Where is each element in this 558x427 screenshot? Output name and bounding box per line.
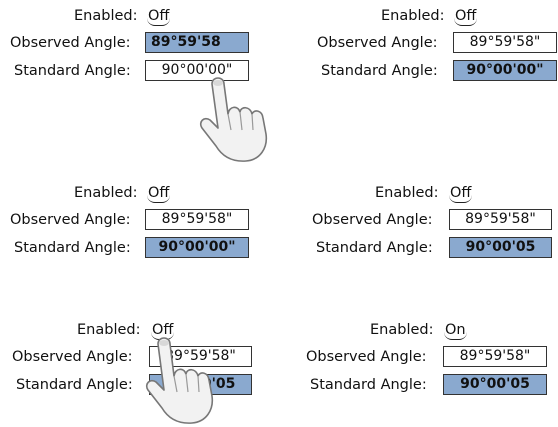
standard-angle-field[interactable]: 90°00'00" xyxy=(145,237,249,258)
pointing-hand-icon xyxy=(145,337,214,424)
enabled-toggle[interactable]: Off xyxy=(147,7,171,26)
enabled-label: Enabled: xyxy=(74,8,138,24)
observed-angle-field[interactable]: 89°59'58" xyxy=(145,209,249,230)
standard-angle-label: Standard Angle: xyxy=(14,240,131,256)
observed-angle-field[interactable]: 89°59'58" xyxy=(443,346,547,367)
enabled-label: Enabled: xyxy=(381,8,445,24)
standard-angle-label: Standard Angle: xyxy=(14,63,131,79)
enabled-toggle[interactable]: Off xyxy=(454,7,478,26)
standard-angle-label: Standard Angle: xyxy=(321,63,438,79)
observed-angle-label: Observed Angle: xyxy=(306,349,427,365)
enabled-label: Enabled: xyxy=(77,322,141,338)
observed-angle-field[interactable]: 89°59'58" xyxy=(449,209,552,230)
enabled-toggle[interactable]: Off xyxy=(449,184,473,203)
enabled-label: Enabled: xyxy=(74,185,138,201)
enabled-toggle[interactable]: On xyxy=(444,321,467,340)
observed-angle-label: Observed Angle: xyxy=(10,35,131,51)
observed-angle-field[interactable]: 89°59'58" xyxy=(453,32,557,53)
standard-angle-label: Standard Angle: xyxy=(316,240,433,256)
enabled-toggle[interactable]: Off xyxy=(147,184,171,203)
observed-angle-label: Observed Angle: xyxy=(10,212,131,228)
enabled-label: Enabled: xyxy=(370,322,434,338)
standard-angle-field[interactable]: 90°00'00" xyxy=(453,60,557,81)
standard-angle-field[interactable]: 90°00'05 xyxy=(443,374,547,395)
standard-angle-label: Standard Angle: xyxy=(310,377,427,393)
standard-angle-field[interactable]: 90°00'05 xyxy=(449,237,552,258)
standard-angle-label: Standard Angle: xyxy=(16,377,133,393)
observed-angle-field[interactable]: 89°59'58 xyxy=(145,32,249,53)
observed-angle-label: Observed Angle: xyxy=(312,212,433,228)
observed-angle-label: Observed Angle: xyxy=(12,349,133,365)
enabled-label: Enabled: xyxy=(375,185,439,201)
pointing-hand-icon xyxy=(199,77,268,162)
observed-angle-label: Observed Angle: xyxy=(317,35,438,51)
